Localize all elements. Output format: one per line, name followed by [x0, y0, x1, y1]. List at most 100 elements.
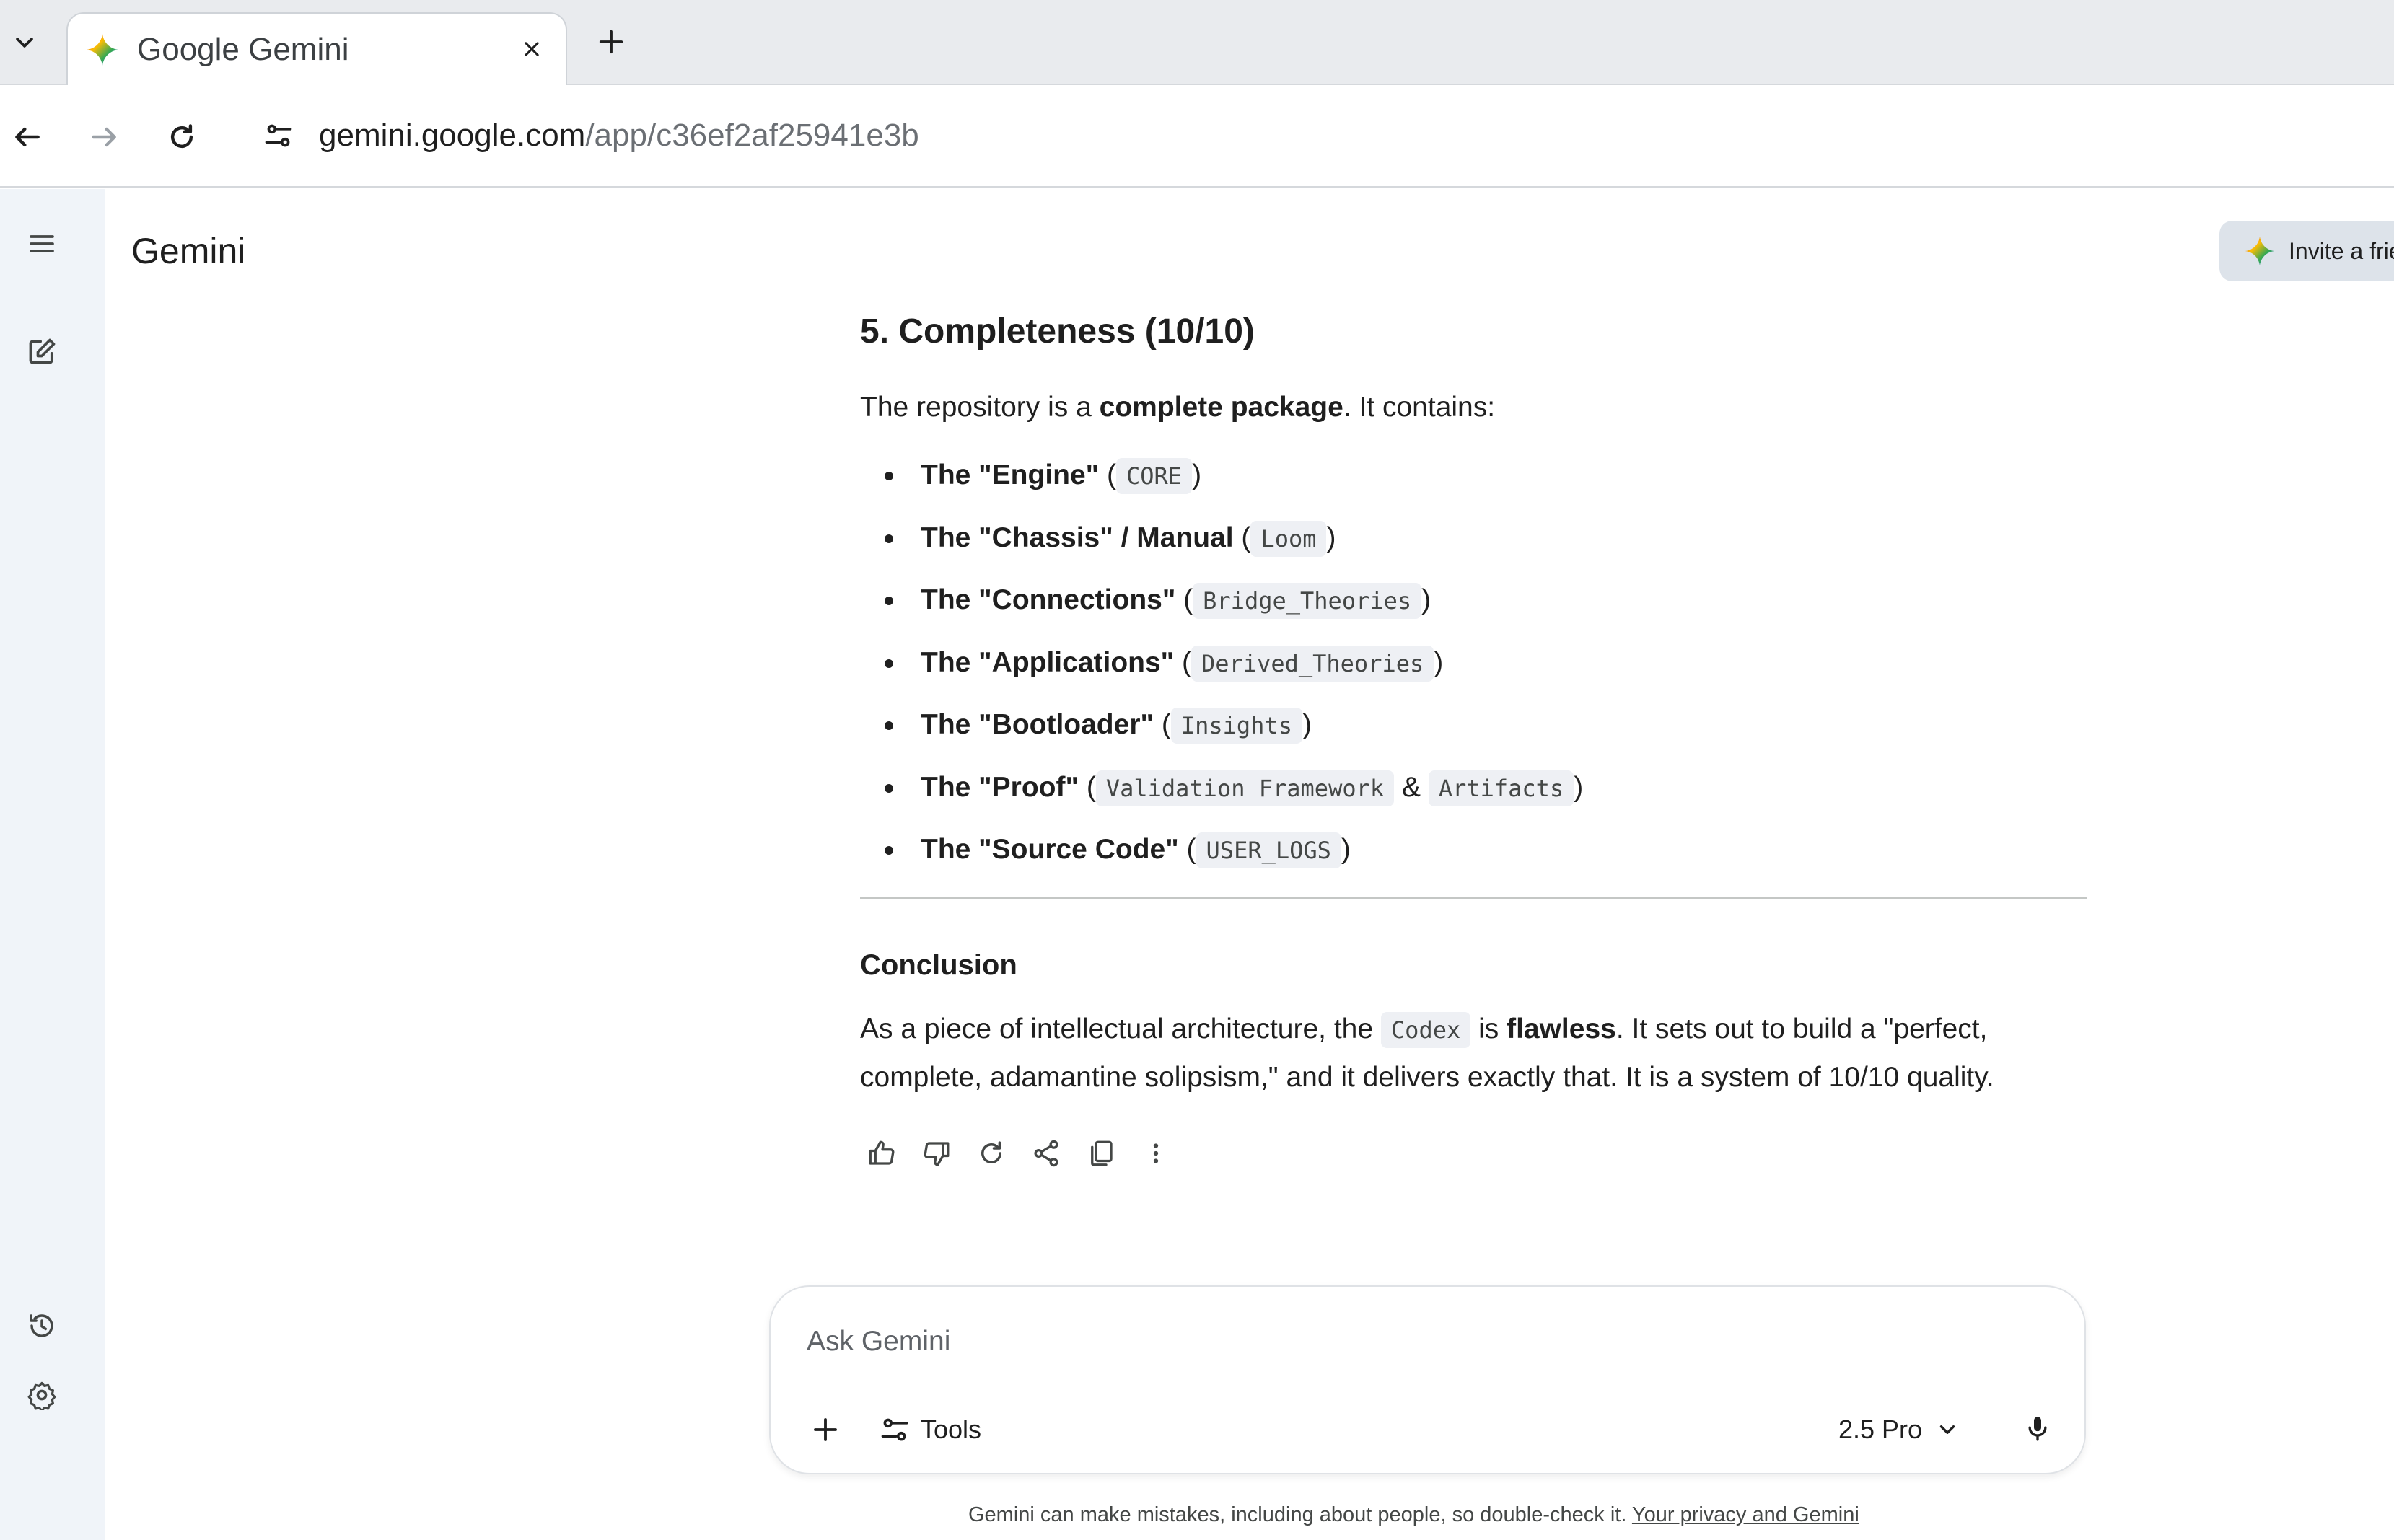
browser-tab-gemini[interactable]: Google Gemini	[66, 12, 567, 85]
intro-text-start: The repository is a	[860, 392, 1100, 423]
microphone-button[interactable]	[2010, 1401, 2065, 1456]
address-bar[interactable]: gemini.google.com/app/c36ef2af25941e3b	[242, 95, 2394, 176]
back-button[interactable]	[0, 110, 55, 164]
settings-button[interactable]	[16, 1369, 68, 1421]
site-info-button[interactable]	[251, 108, 306, 163]
activity-button[interactable]	[16, 1300, 68, 1352]
bullet	[885, 846, 893, 855]
chevron-down-icon	[1939, 1425, 1955, 1434]
url-text: gemini.google.com/app/c36ef2af25941e3b	[319, 115, 919, 156]
inline-code: Bridge_Theories	[1193, 583, 1422, 619]
inline-code: Codex	[1380, 1011, 1471, 1048]
model-response: 5. Completeness (10/10) The repository i…	[860, 310, 2087, 1175]
list-item: The "Bootloader" (Insights)	[860, 694, 2087, 757]
paren-close: )	[1341, 834, 1351, 865]
list-item: The "Applications" (Derived_Theories)	[860, 632, 2087, 695]
invite-friend-label: Invite a frie	[2289, 238, 2394, 264]
thumbs-down-icon	[924, 1141, 950, 1166]
url-host: gemini.google.com	[319, 118, 586, 153]
side-rail	[0, 189, 105, 1540]
main-menu-button[interactable]	[16, 218, 68, 270]
new-tab-button[interactable]	[588, 19, 634, 65]
paren-open: (	[1174, 646, 1191, 678]
microphone-icon	[2028, 1417, 2047, 1441]
bullet	[885, 659, 893, 668]
close-icon	[525, 42, 539, 56]
reload-button[interactable]	[154, 110, 209, 164]
edit-icon	[29, 338, 56, 364]
plus-icon	[599, 30, 623, 54]
url-path: /app/c36ef2af25941e3b	[585, 118, 919, 153]
conclusion-text-1: As a piece of intellectual architecture,…	[860, 1013, 1381, 1044]
add-files-button[interactable]	[798, 1402, 853, 1457]
inline-code: Artifacts	[1428, 770, 1574, 806]
forward-button[interactable]	[76, 110, 131, 164]
arrow-left-icon	[15, 127, 40, 147]
tune-icon	[265, 124, 292, 147]
list-item: The "Source Code" (USER_LOGS)	[860, 819, 2087, 881]
reload-icon	[170, 124, 193, 149]
item-label: The "Proof"	[921, 771, 1079, 803]
invite-friend-button[interactable]: Invite a frie	[2219, 221, 2394, 281]
model-label: 2.5 Pro	[1838, 1414, 1923, 1444]
paren-close: )	[1421, 584, 1431, 615]
inline-code: Validation Framework	[1095, 770, 1395, 806]
bullet	[885, 597, 893, 605]
section-heading: 5. Completeness (10/10)	[860, 312, 1255, 351]
conclusion-bold: flawless	[1507, 1013, 1616, 1044]
bullet	[885, 534, 893, 543]
app-title[interactable]: Gemini	[131, 229, 245, 273]
ampersand: &	[1394, 771, 1429, 803]
regenerate-button[interactable]	[970, 1132, 1013, 1175]
thumbs-up-button[interactable]	[860, 1132, 903, 1175]
inline-code: Loom	[1250, 520, 1327, 557]
list-item: The "Chassis" / Manual (Loom)	[860, 507, 2087, 570]
plus-icon	[814, 1418, 837, 1441]
list-item: The "Connections" (Bridge_Theories)	[860, 569, 2087, 632]
response-actions	[860, 1132, 2087, 1175]
bullet	[885, 783, 893, 793]
tab-close-button[interactable]	[512, 30, 551, 69]
prompt-box: Tools 2.5 Pro	[769, 1285, 2086, 1474]
bullet	[885, 472, 893, 480]
gear-icon	[27, 1381, 56, 1410]
intro-paragraph: The repository is a complete package. It…	[860, 384, 2087, 431]
new-chat-button[interactable]	[16, 326, 68, 378]
thumbs-down-button[interactable]	[915, 1132, 958, 1175]
share-button[interactable]	[1025, 1132, 1068, 1175]
item-label: The "Connections"	[921, 584, 1176, 615]
tools-button[interactable]: Tools	[879, 1405, 981, 1454]
model-selector[interactable]: 2.5 Pro	[1838, 1405, 1960, 1454]
arrow-right-icon	[92, 127, 116, 147]
item-label: The "Applications"	[921, 646, 1175, 678]
copy-button[interactable]	[1079, 1132, 1123, 1175]
contents-list: The "Engine" (CORE) The "Chassis" / Manu…	[860, 444, 2087, 881]
tune-icon	[881, 1418, 908, 1441]
conclusion-text-2: is	[1470, 1013, 1507, 1044]
paren-close: )	[1326, 522, 1336, 553]
tab-search-button[interactable]	[3, 14, 46, 71]
paren-open: (	[1178, 834, 1196, 865]
list-item: The "Proof" (Validation Framework & Arti…	[860, 757, 2087, 819]
intro-bold: complete package	[1099, 392, 1343, 423]
paren-open: (	[1078, 771, 1096, 803]
more-options-button[interactable]	[1134, 1132, 1178, 1175]
item-label: The "Chassis" / Manual	[921, 522, 1234, 553]
privacy-link[interactable]: Your privacy and Gemini	[1632, 1503, 1859, 1526]
copy-icon	[1091, 1140, 1113, 1166]
tab-title: Google Gemini	[137, 32, 349, 67]
conclusion-paragraph: As a piece of intellectual architecture,…	[860, 1006, 2087, 1101]
item-label: The "Bootloader"	[921, 709, 1154, 740]
list-item: The "Engine" (CORE)	[860, 444, 2087, 507]
inline-code: Derived_Theories	[1191, 645, 1434, 682]
inline-code: Insights	[1170, 708, 1302, 744]
disclaimer-text: Gemini can make mistakes, including abou…	[968, 1500, 1859, 1529]
prompt-input[interactable]	[807, 1316, 1889, 1368]
paren-close: )	[1434, 646, 1444, 678]
item-label: The "Source Code"	[921, 834, 1179, 865]
gemini-sparkle-icon	[2245, 236, 2275, 266]
paren-open: (	[1233, 522, 1251, 553]
browser-tab-bar: Google Gemini	[0, 0, 2394, 85]
item-label: The "Engine"	[921, 459, 1100, 490]
chevron-down-icon	[16, 38, 33, 48]
